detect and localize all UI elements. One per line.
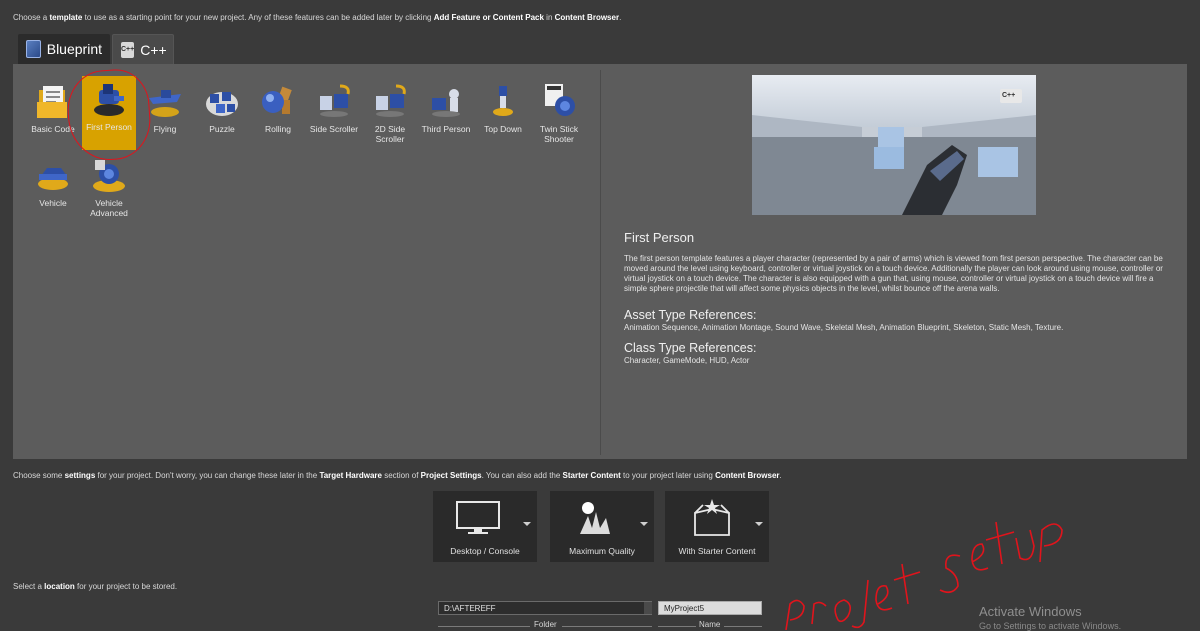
asset-references-text: Animation Sequence, Animation Montage, S… [624,323,1064,332]
quality-dropdown[interactable]: Maximum Quality [550,491,654,562]
puzzle-icon [202,82,242,120]
template-vehicle[interactable]: Vehicle [25,152,81,228]
template-title: First Person [624,230,695,245]
instr-bold: Target Hardware [319,471,382,480]
class-references-heading: Class Type References: [624,341,757,355]
divider [658,626,696,627]
template-label: Top Down [484,124,522,134]
instr-text: Select a [13,582,45,591]
third-person-icon [426,82,466,120]
hardware-target-dropdown[interactable]: Desktop / Console [433,491,537,562]
template-label: 2D Side Scroller [374,124,406,144]
project-name-field[interactable]: MyProject5 [658,601,762,615]
instr-text: to use as a starting point for your new … [82,13,434,22]
template-label: Puzzle [209,124,235,134]
template-third-person[interactable]: Third Person [418,78,474,154]
template-label: Rolling [265,124,291,134]
template-preview-image: C++ [752,75,1036,215]
template-top-down[interactable]: Top Down [475,78,531,154]
tab-cpp[interactable]: C++ C++ [112,34,174,64]
side-scroller-icon [314,82,354,120]
instr-text: . [779,471,782,480]
flying-icon [145,82,185,120]
chevron-down-icon [523,522,531,526]
blueprint-icon [26,40,41,58]
folder-path-field[interactable]: D:\AFTEREFF [438,601,652,615]
instr-bold: settings [64,471,96,480]
monitor-icon [456,501,500,534]
setting-label: With Starter Content [678,546,756,556]
preview-cpp-badge: C++ [1002,92,1016,99]
browse-folder-button[interactable] [644,602,652,614]
template-rolling[interactable]: Rolling [250,78,306,154]
template-instructions: Choose a template to use as a starting p… [13,13,621,22]
template-label: Vehicle [39,198,67,208]
2d-side-scroller-icon [370,82,410,120]
setting-label: Maximum Quality [569,546,635,556]
instr-text: . You can also add the [481,471,563,480]
template-side-scroller[interactable]: Side Scroller [306,78,362,154]
template-label: Side Scroller [309,124,359,134]
panel-divider [600,70,601,455]
instr-text: section of [381,471,421,480]
quality-icon [580,502,610,534]
template-vehicle-advanced[interactable]: Vehicle Advanced [81,152,137,228]
template-label: Third Person [421,124,471,134]
instr-bold: Add Feature or Content Pack [433,13,544,22]
activation-watermark-title: Activate Windows [979,604,1082,619]
starter-content-dropdown[interactable]: With Starter Content [665,491,769,562]
instr-text: in [543,13,555,22]
settings-instructions: Choose some settings for your project. D… [13,471,782,480]
instr-text: for your project to be stored. [74,582,178,591]
instr-bold: template [49,13,83,22]
tab-label: C++ [140,41,167,58]
class-references-text: Character, GameMode, HUD, Actor [624,356,750,365]
template-twin-stick-shooter[interactable]: Twin Stick Shooter [531,78,587,154]
template-label: Twin Stick Shooter [539,124,579,144]
divider [562,626,652,627]
divider [724,626,762,627]
name-caption: Name [699,620,721,629]
instr-bold: Content Browser [715,471,780,480]
rolling-icon [258,82,298,120]
setting-label: Desktop / Console [450,546,520,556]
starter-content-box-icon [694,499,730,536]
tab-label: Blueprint [46,41,102,57]
instr-text: Choose some [13,471,65,480]
instr-text: . [619,13,622,22]
template-puzzle[interactable]: Puzzle [194,78,250,154]
tab-blueprint[interactable]: Blueprint [18,34,110,64]
instr-bold: Starter Content [562,471,621,480]
top-down-icon [483,82,523,120]
location-instructions: Select a location for your project to be… [13,582,177,591]
vehicle-advanced-icon [89,156,129,194]
instr-text: to your project later using [620,471,716,480]
instr-text: Choose a [13,13,50,22]
instr-text: for your project. Don't worry, you can c… [95,471,320,480]
cpp-icon: C++ [121,41,135,58]
folder-caption: Folder [534,620,557,629]
twin-stick-shooter-icon [539,82,579,120]
chevron-down-icon [640,522,648,526]
vehicle-icon [33,156,73,194]
instr-bold: location [44,582,75,591]
template-2d-side-scroller[interactable]: 2D Side Scroller [362,78,418,154]
template-label: Vehicle Advanced [90,198,128,218]
asset-references-heading: Asset Type References: [624,308,757,322]
template-description: The first person template features a pla… [624,254,1163,293]
instr-bold: Content Browser [554,13,620,22]
instr-bold: Project Settings [420,471,482,480]
divider [438,626,530,627]
